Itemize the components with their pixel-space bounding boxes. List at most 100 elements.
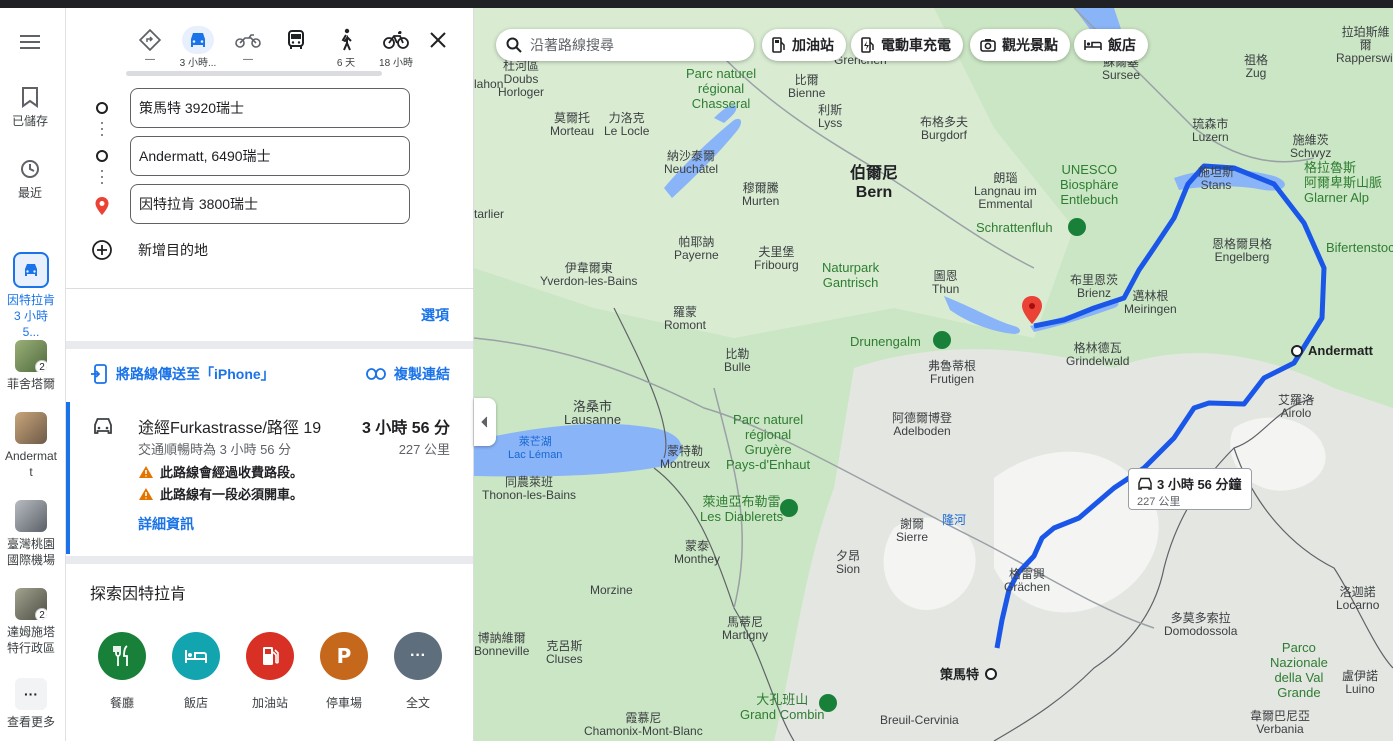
recent-item-label: 達姆施塔 特行政區 bbox=[6, 625, 55, 655]
map-label-engelberg: 恩格爾貝格 Engelberg bbox=[1212, 237, 1273, 264]
car-icon bbox=[94, 418, 112, 434]
see-more-button[interactable]: ··· 查看更多 bbox=[4, 678, 58, 730]
details-button[interactable]: 詳細資訊 bbox=[138, 514, 194, 534]
destination-field[interactable]: 因特拉肯 3800瑞士 bbox=[130, 184, 410, 224]
map-label-diablerets: 萊迪亞布勒雷 Les Diablerets bbox=[700, 494, 784, 524]
route-eta-callout[interactable]: 3 小時 56 分鐘 227 公里 bbox=[1128, 468, 1252, 510]
explore-parking-button[interactable]: P 停車場 bbox=[314, 632, 374, 711]
mode-drive[interactable]: 3 小時... bbox=[174, 26, 222, 69]
map-label-schrattenfluh: Schrattenfluh bbox=[976, 220, 1053, 235]
close-directions-button[interactable] bbox=[426, 28, 450, 52]
car-icon bbox=[1138, 477, 1152, 490]
connector-dots bbox=[101, 118, 103, 140]
recent-item-andermatt[interactable]: Andermat t bbox=[4, 412, 58, 480]
toll-warning: 此路線會經過收費路段。 bbox=[138, 462, 303, 481]
parking-icon: P bbox=[320, 632, 368, 680]
map-label-schwyz: 施維茨 Schwyz bbox=[1290, 133, 1332, 160]
place-thumbnail bbox=[15, 412, 47, 444]
stop-marker-icon bbox=[96, 102, 108, 114]
menu-button[interactable] bbox=[0, 34, 60, 54]
explore-hotels-button[interactable]: 飯店 bbox=[166, 632, 226, 711]
map-label-luino: 盧伊諾 Luino bbox=[1342, 669, 1379, 696]
map-label-cluses: 克呂斯 Cluses bbox=[546, 639, 583, 666]
map-label-morzine: Morzine bbox=[590, 583, 633, 597]
map-label-chamonix: 霞慕尼 Chamonix-Mont-Blanc bbox=[584, 711, 703, 738]
send-to-phone-label: 將路線傳送至「iPhone」 bbox=[116, 366, 275, 382]
place-thumbnail: 2 bbox=[15, 588, 47, 620]
explore-gas-button[interactable]: 加油站 bbox=[240, 632, 300, 711]
more-dots-icon: ··· bbox=[394, 632, 442, 680]
car-icon bbox=[13, 252, 49, 288]
add-destination-label: 新增目的地 bbox=[138, 242, 208, 258]
map-label-meiringen: 邁林根 Meiringen bbox=[1124, 289, 1177, 316]
map-label-bern: 伯爾尼 Bern bbox=[850, 165, 899, 201]
map-canvas[interactable]: 杜河區 Doubs Horloger Parc naturel régional… bbox=[474, 8, 1393, 741]
map-label-fribourg: 夫里堡 Fribourg bbox=[754, 245, 799, 272]
start-point-field[interactable]: 策馬特 3920瑞士 bbox=[130, 88, 410, 128]
recent-button[interactable]: 最近 bbox=[0, 158, 60, 201]
recent-item-darmstadt[interactable]: 2 達姆施塔 特行政區 bbox=[4, 588, 58, 656]
mode-walk[interactable]: 6 天 bbox=[322, 26, 370, 69]
map-label-langnau: 朗瑙 Langnau im Emmental bbox=[974, 171, 1037, 211]
waypoint-field[interactable]: Andermatt, 6490瑞士 bbox=[130, 136, 410, 176]
chip-label: 電動車充電 bbox=[881, 37, 951, 53]
map-label-thonon: 同農萊班 Thonon-les-Bains bbox=[482, 475, 577, 502]
copy-link-button[interactable]: 複製連結 bbox=[366, 364, 450, 384]
options-button[interactable]: 選項 bbox=[421, 305, 449, 325]
recent-item-label: 因特拉肯 3 小時 5... bbox=[6, 293, 55, 339]
hamburger-icon bbox=[20, 35, 40, 49]
mode-motorcycle[interactable]: — bbox=[224, 26, 272, 65]
map-label-valgrande: Parco Nazionale della Val Grande bbox=[1270, 640, 1328, 700]
map-label-lelocle: 力洛克 Le Locle bbox=[604, 111, 650, 138]
search-along-route-input[interactable]: 沿著路線搜尋 bbox=[496, 29, 754, 61]
mode-transit[interactable] bbox=[272, 26, 320, 54]
add-destination-button[interactable]: 新增目的地 bbox=[92, 240, 208, 260]
map-label-rhone: 隆河 bbox=[942, 513, 967, 527]
map-label-sierre: 謝爾 Sierre bbox=[896, 517, 929, 544]
map-label-cervinia: Breuil-Cervinia bbox=[880, 713, 959, 727]
explore-more-button[interactable]: ··· 全文 bbox=[388, 632, 448, 711]
route-title: 途經Furkastrasse/路徑 19 bbox=[138, 420, 322, 437]
chip-attractions[interactable]: 觀光景點 bbox=[970, 29, 1070, 61]
map-label-gruyere: Parc naturel régional Gruyère Pays-d'Enh… bbox=[726, 412, 811, 472]
stop-count-badge: 2 bbox=[35, 360, 47, 372]
modes-scrollbar[interactable] bbox=[126, 71, 382, 76]
map-label-airolo: 艾羅洛 Airolo bbox=[1278, 393, 1315, 420]
mode-label: 6 天 bbox=[336, 58, 356, 69]
mode-bicycle[interactable]: 18 小時 bbox=[372, 26, 420, 69]
route-distance: 227 公里 bbox=[398, 442, 450, 457]
car-icon bbox=[182, 26, 214, 54]
map-label-burgdorf: 布格多夫 Burgdorf bbox=[920, 115, 969, 142]
place-thumbnail: 2 bbox=[15, 340, 47, 372]
mode-best[interactable]: — bbox=[126, 26, 174, 65]
chip-label: 觀光景點 bbox=[1002, 37, 1058, 53]
map-label-biel: 比爾 Bienne bbox=[788, 73, 826, 100]
collapse-panel-button[interactable] bbox=[474, 398, 496, 446]
route-option-card[interactable]: 途經Furkastrasse/路徑 19 3 小時 56 分 交通順暢時為 3 … bbox=[66, 402, 473, 554]
travel-modes: — 3 小時... — 6 天 18 小時 bbox=[126, 26, 456, 74]
map-label-frutigen: 弗魯蒂根 Frutigen bbox=[928, 359, 977, 386]
chip-gas-stations[interactable]: 加油站 bbox=[762, 29, 846, 61]
gas-station-icon bbox=[772, 37, 785, 53]
chip-ev-charging[interactable]: 電動車充電 bbox=[851, 29, 963, 61]
chip-hotels[interactable]: 飯店 bbox=[1074, 29, 1148, 61]
directions-panel: — 3 小時... — 6 天 18 小時 策馬特 3920瑞士 Anderma… bbox=[66, 8, 474, 741]
map-label-gantrisch: Naturpark Gantrisch bbox=[822, 260, 880, 290]
link-icon bbox=[366, 368, 386, 380]
search-icon bbox=[506, 37, 522, 53]
recent-item-interlaken[interactable]: 因特拉肯 3 小時 5... bbox=[4, 252, 58, 340]
map-label-bulle: 比勒 Bulle bbox=[724, 347, 751, 374]
map-label-lyss: 利斯 Lyss bbox=[818, 103, 843, 130]
window-top-edge bbox=[0, 0, 1393, 8]
map-label-lahon: lahon bbox=[474, 77, 504, 91]
history-icon bbox=[21, 160, 39, 178]
saved-label: 已儲存 bbox=[11, 114, 48, 128]
recent-item-taoyuan-airport[interactable]: 臺灣桃園 國際機場 bbox=[4, 500, 58, 568]
send-to-phone-button[interactable]: 將路線傳送至「iPhone」 bbox=[90, 364, 275, 384]
map-label-bifertenstock: Bifertenstock bbox=[1326, 240, 1393, 255]
saved-button[interactable]: 已儲存 bbox=[0, 86, 60, 129]
recent-item-fischertal[interactable]: 2 菲舍塔爾 bbox=[4, 340, 58, 392]
map-label-rapperswil: 拉珀斯維爾 Rapperswil bbox=[1336, 25, 1393, 65]
mode-label: 18 小時 bbox=[379, 58, 413, 69]
explore-restaurants-button[interactable]: 餐廳 bbox=[92, 632, 152, 711]
